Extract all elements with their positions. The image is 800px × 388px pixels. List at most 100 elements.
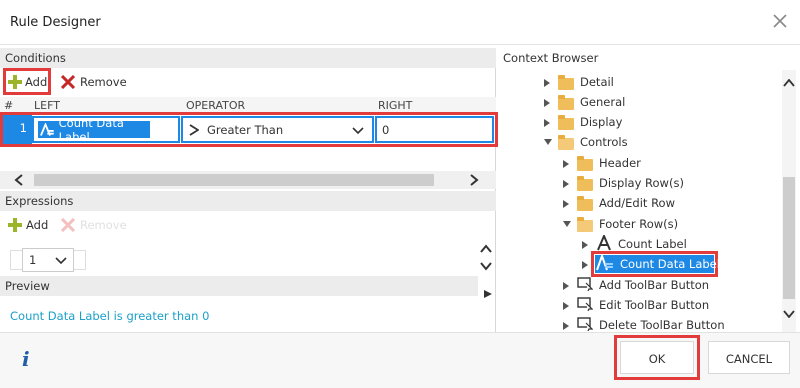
expand-toggle-icon[interactable] xyxy=(563,282,569,290)
folder-icon xyxy=(558,114,574,130)
expression-page-value: 1 xyxy=(29,253,37,267)
expressions-header: Expressions xyxy=(0,191,496,211)
column-left: LEFT xyxy=(34,99,60,112)
folder-icon xyxy=(577,195,593,211)
tree-item-edit-toolbar-button[interactable]: Edit ToolBar Button xyxy=(577,296,710,314)
expand-toggle-icon[interactable] xyxy=(544,99,550,107)
info-icon[interactable]: i xyxy=(22,347,30,371)
folder-icon xyxy=(558,74,574,90)
context-browser-header: Context Browser xyxy=(503,51,599,65)
tree-item-footer-row-s[interactable]: Footer Row(s) xyxy=(577,216,678,232)
tree-item-label: Display Row(s) xyxy=(599,176,684,190)
tree-item-count-label[interactable]: Count Label xyxy=(596,232,687,252)
context-tree: Detail General Display Controls Header Displa… xyxy=(497,70,782,332)
data-label-icon xyxy=(596,252,614,274)
expand-toggle-icon[interactable] xyxy=(582,241,588,249)
remove-x-icon xyxy=(61,218,75,232)
data-label-icon xyxy=(40,122,54,136)
button-control-icon xyxy=(577,276,594,294)
add-expression-button[interactable]: Add xyxy=(8,217,48,233)
scroll-left-icon[interactable] xyxy=(14,174,24,189)
collapse-toggle-icon[interactable] xyxy=(544,139,552,145)
expand-toggle-icon[interactable] xyxy=(582,261,588,269)
pager-right-cap xyxy=(74,250,86,270)
operator-select[interactable]: Greater Than xyxy=(181,116,374,143)
chevron-down-icon xyxy=(352,127,364,135)
column-right: RIGHT xyxy=(378,99,413,112)
tree-item-label: Detail xyxy=(580,75,614,89)
plus-icon xyxy=(8,218,22,232)
tree-item-display-row-s[interactable]: Display Row(s) xyxy=(577,175,684,191)
remove-x-icon xyxy=(61,75,75,89)
operator-value: Greater Than xyxy=(207,122,284,137)
remove-condition-label: Remove xyxy=(80,75,127,89)
remove-condition-button[interactable]: Remove xyxy=(61,74,127,90)
left-operand-label: Count Data Label xyxy=(58,115,124,144)
add-expression-label: Add xyxy=(26,218,49,232)
expand-toggle-icon[interactable] xyxy=(563,302,569,310)
tree-scrollbar-thumb[interactable] xyxy=(783,177,795,299)
tree-scroll-up-icon[interactable] xyxy=(783,76,795,90)
tree-scroll-down-icon[interactable] xyxy=(783,307,795,321)
preview-text: Count Data Label is greater than 0 xyxy=(10,309,210,323)
tree-item-label: Delete ToolBar Button xyxy=(599,318,725,332)
add-condition-button[interactable]: Add xyxy=(8,74,48,90)
tree-item-delete-toolbar-button[interactable]: Delete ToolBar Button xyxy=(577,316,725,334)
tree-item-label: Edit ToolBar Button xyxy=(599,298,710,312)
expand-toggle-icon[interactable] xyxy=(563,322,569,330)
close-icon[interactable] xyxy=(771,12,789,30)
tree-item-label: Count Label xyxy=(618,237,687,251)
preview-header: Preview xyxy=(0,276,478,296)
dialog-title: Rule Designer xyxy=(10,15,101,30)
tree-item-label: Header xyxy=(599,156,641,170)
tree-item-label: Add/Edit Row xyxy=(599,196,675,210)
left-operand-chip[interactable]: Count Data Label xyxy=(38,116,150,144)
tree-item-label: Add ToolBar Button xyxy=(599,278,710,292)
tree-item-add-edit-row[interactable]: Add/Edit Row xyxy=(577,195,675,211)
collapse-toggle-icon[interactable] xyxy=(563,221,571,227)
add-condition-label: Add xyxy=(25,75,48,89)
tree-item-label: Count Data Label xyxy=(620,257,720,271)
conditions-header: Conditions xyxy=(0,48,496,68)
chevron-down-icon xyxy=(55,257,67,265)
scroll-down-icon[interactable] xyxy=(479,260,493,274)
expand-toggle-icon[interactable] xyxy=(563,160,569,168)
tree-item-count-data-label[interactable]: Count Data Label xyxy=(596,252,720,274)
tree-item-add-toolbar-button[interactable]: Add ToolBar Button xyxy=(577,276,710,294)
column-num: # xyxy=(4,99,14,112)
column-operator: OPERATOR xyxy=(186,99,246,112)
folder-icon xyxy=(577,175,593,191)
tree-item-label: General xyxy=(580,95,626,109)
expand-toggle-icon[interactable] xyxy=(563,200,569,208)
scrollbar-thumb[interactable] xyxy=(34,174,434,186)
cancel-button[interactable]: CANCEL xyxy=(708,341,790,374)
right-operand-input[interactable]: 0 xyxy=(375,116,494,143)
folder-open-icon xyxy=(577,216,593,232)
tree-item-detail[interactable]: Detail xyxy=(558,74,614,90)
expand-toggle-icon[interactable] xyxy=(563,180,569,188)
condition-row-index: 1 xyxy=(3,115,32,144)
folder-icon xyxy=(577,155,593,171)
button-control-icon xyxy=(577,296,594,314)
greater-than-icon xyxy=(189,123,199,136)
folder-icon xyxy=(558,94,574,110)
tree-item-controls[interactable]: Controls xyxy=(558,134,628,150)
button-control-icon xyxy=(577,316,594,334)
tree-item-label: Footer Row(s) xyxy=(599,217,679,231)
remove-expression-button[interactable]: Remove xyxy=(61,217,127,233)
scroll-up-icon[interactable] xyxy=(479,243,493,257)
tree-item-header[interactable]: Header xyxy=(577,155,641,171)
folder-open-icon xyxy=(558,134,574,150)
title-divider xyxy=(0,44,800,45)
tree-item-label: Controls xyxy=(580,135,628,149)
pager-left-cap xyxy=(10,250,22,270)
expand-toggle-icon[interactable] xyxy=(544,119,550,127)
tree-item-label: Display xyxy=(580,115,623,129)
resize-grip-icon[interactable] xyxy=(484,287,492,301)
tree-item-display[interactable]: Display xyxy=(558,114,622,130)
ok-button[interactable]: OK xyxy=(620,341,694,374)
expand-toggle-icon[interactable] xyxy=(544,79,550,87)
expression-page-select[interactable]: 1 xyxy=(22,248,74,272)
tree-item-general[interactable]: General xyxy=(558,94,625,110)
scroll-right-icon[interactable] xyxy=(469,174,479,189)
